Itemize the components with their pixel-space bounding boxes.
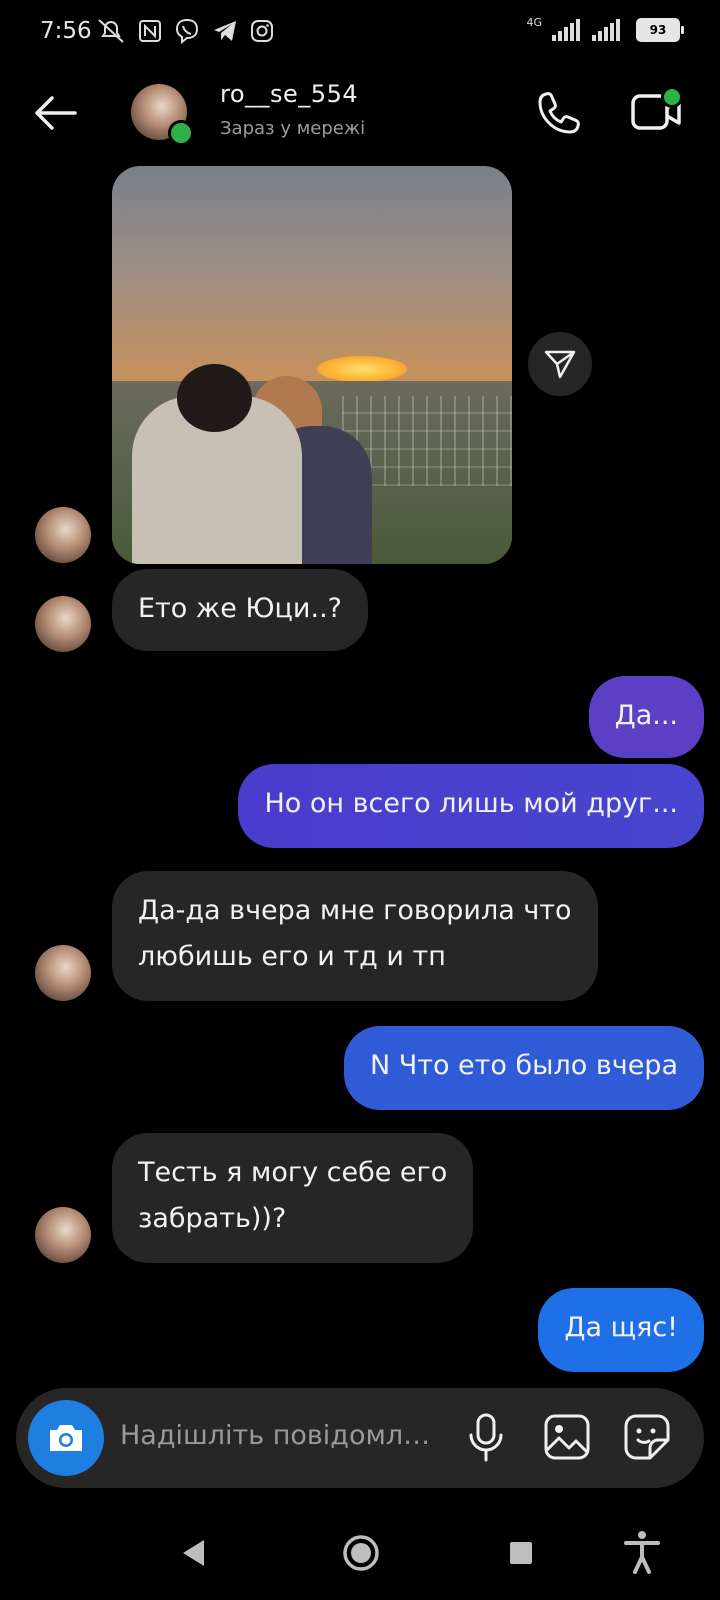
message-text: Да...	[614, 700, 678, 731]
avatar[interactable]	[35, 1207, 91, 1263]
avatar[interactable]	[35, 596, 91, 652]
telegram-icon	[214, 21, 236, 41]
status-system-icons: 4G 93	[526, 15, 684, 42]
viber-icon	[175, 18, 199, 44]
signal-icon	[552, 19, 580, 41]
camera-button[interactable]	[28, 1400, 104, 1476]
avatar[interactable]	[35, 945, 91, 1001]
online-indicator	[168, 120, 194, 146]
accessibility-icon[interactable]	[622, 1530, 662, 1574]
phone-icon[interactable]	[536, 88, 584, 136]
status-notification-icons	[96, 18, 274, 44]
video-online-indicator	[661, 86, 683, 108]
share-button[interactable]	[528, 332, 592, 396]
status-time: 7:56	[40, 18, 92, 44]
message-input[interactable]: Надішліть повідомл…	[120, 1420, 430, 1451]
message-incoming[interactable]: Да-да вчера мне говорила что любишь его …	[112, 871, 598, 1001]
message-outgoing[interactable]: N Что ето было вчера	[343, 1026, 704, 1110]
message-incoming[interactable]: Ето же Юци..?	[112, 569, 368, 651]
back-arrow-icon[interactable]	[30, 88, 80, 138]
message-text: Да щяс!	[564, 1312, 678, 1343]
message-text: Тесть я могу себе его	[138, 1157, 448, 1188]
message-text: Да-да вчера мне говорила что	[138, 895, 572, 926]
message-text: Ето же Юци..?	[138, 593, 342, 624]
message-text: любишь его и тд и тп	[138, 941, 446, 972]
shared-photo[interactable]	[112, 166, 512, 564]
message-text: N Что ето было вчера	[369, 1050, 678, 1081]
status-bar: 7:56 4G 93	[0, 0, 720, 66]
battery-icon: 93	[636, 18, 684, 42]
chat-username[interactable]: ro__se_554	[220, 80, 358, 108]
avatar[interactable]	[35, 507, 91, 563]
mute-icon	[98, 19, 124, 43]
send-icon	[544, 350, 576, 379]
nfc-icon	[139, 20, 161, 42]
message-text: Но он всего лишь мой друг...	[264, 788, 678, 819]
network-type: 4G	[526, 15, 542, 29]
gallery-icon[interactable]	[542, 1412, 592, 1462]
online-status: Зараз у мережі	[220, 118, 366, 139]
message-text: забрать))?	[138, 1203, 287, 1234]
instagram-icon	[251, 20, 273, 42]
mic-icon[interactable]	[464, 1412, 508, 1464]
message-outgoing[interactable]: Но он всего лишь мой друг...	[238, 764, 704, 848]
nav-back-icon[interactable]	[180, 1538, 208, 1568]
message-incoming[interactable]: Тесть я могу себе его забрать))?	[112, 1133, 474, 1263]
signal-icon-2	[592, 19, 620, 41]
nav-home-icon[interactable]	[342, 1534, 380, 1572]
message-outgoing[interactable]: Да...	[588, 676, 704, 758]
nav-recents-icon[interactable]	[508, 1540, 534, 1566]
sticker-icon[interactable]	[622, 1412, 672, 1462]
message-outgoing[interactable]: Да щяс!	[538, 1288, 704, 1372]
camera-icon	[50, 1425, 82, 1451]
photo-sun	[317, 356, 407, 382]
photo-person	[177, 364, 252, 432]
